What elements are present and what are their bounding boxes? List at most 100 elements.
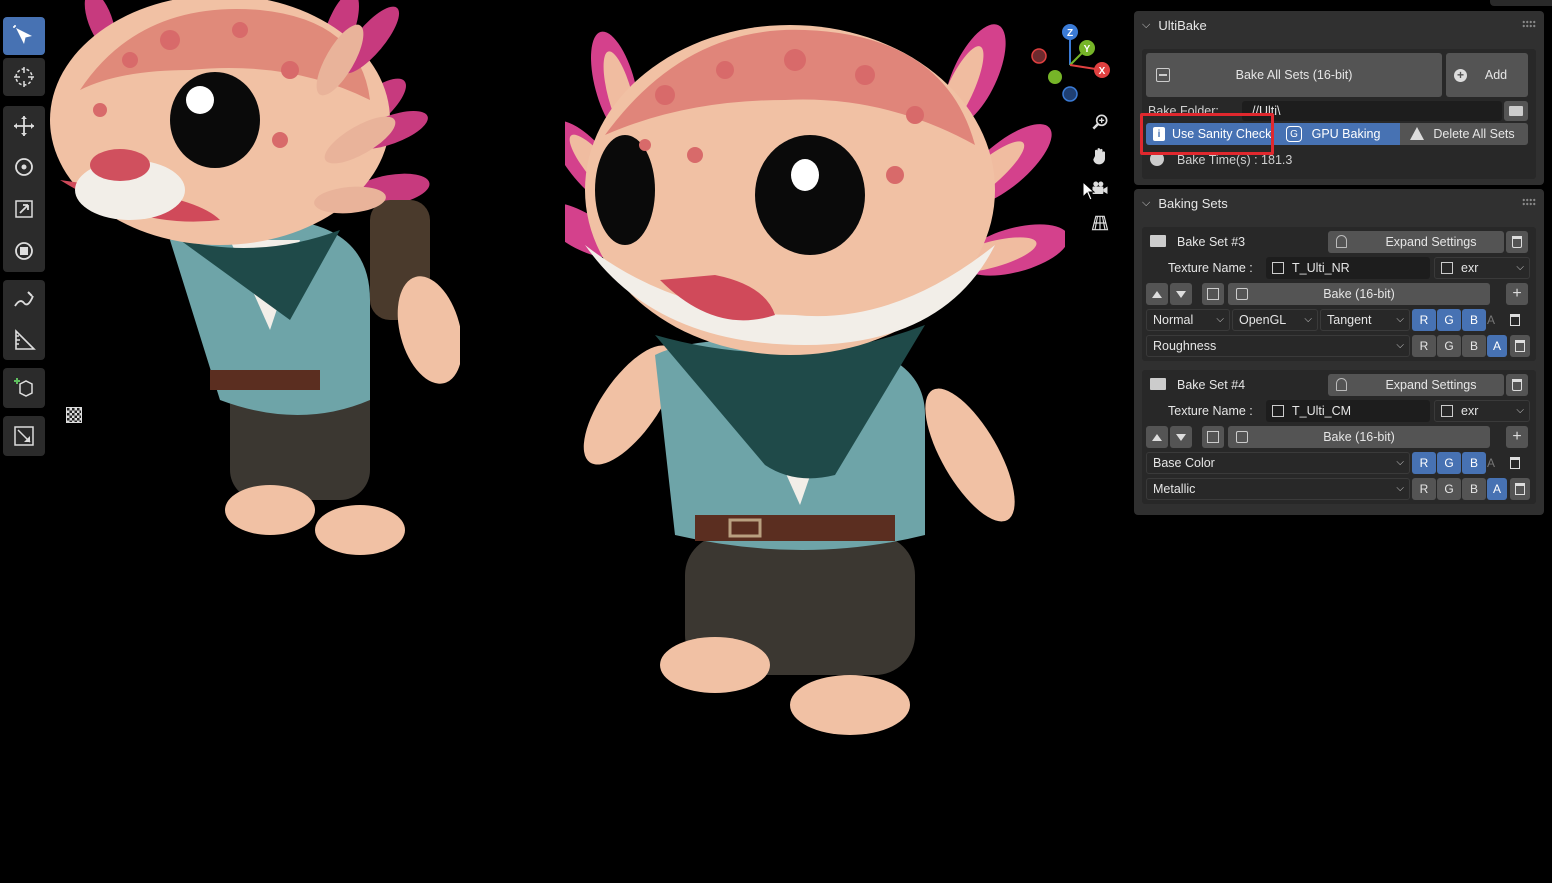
map-type-dropdown[interactable]: Roughness ⌵ xyxy=(1146,335,1410,357)
add-cube-icon xyxy=(14,378,33,397)
pan-button[interactable] xyxy=(1086,142,1114,170)
drag-grip-icon[interactable] xyxy=(1522,198,1536,206)
tool-uv[interactable] xyxy=(3,416,45,456)
delete-map-button[interactable] xyxy=(1510,335,1530,357)
add-map-button[interactable]: + xyxy=(1506,426,1528,448)
map-type-dropdown[interactable]: Normal ⌵ xyxy=(1146,309,1230,331)
arrow-down-icon xyxy=(1176,290,1186,298)
delete-all-sets-label: Delete All Sets xyxy=(1433,127,1515,141)
drag-grip-icon[interactable] xyxy=(1522,20,1536,28)
tool-rotate[interactable] xyxy=(3,146,45,188)
tool-move[interactable] xyxy=(3,106,45,146)
node-button[interactable] xyxy=(1202,283,1224,305)
normal-mode-value: Tangent xyxy=(1327,313,1372,327)
move-down-button[interactable] xyxy=(1170,283,1192,305)
expand-settings-button[interactable]: Expand Settings xyxy=(1328,374,1504,396)
trash-icon xyxy=(1512,236,1522,248)
bake-set-button[interactable]: Bake (16-bit) xyxy=(1228,283,1490,305)
gizmo-x-label: X xyxy=(1099,66,1106,77)
zoom-button[interactable] xyxy=(1086,108,1114,136)
channel-b-toggle[interactable]: B xyxy=(1462,478,1486,500)
texture-name-label: Texture Name : xyxy=(1168,404,1253,418)
expand-settings-label: Expand Settings xyxy=(1385,235,1477,249)
delete-map-button[interactable] xyxy=(1504,309,1526,331)
channel-a-toggle[interactable]: A xyxy=(1487,478,1507,500)
bake-set-label: Bake (16-bit) xyxy=(1323,287,1395,301)
map-type-dropdown[interactable]: Metallic ⌵ xyxy=(1146,478,1410,500)
normal-space-dropdown[interactable]: OpenGL ⌵ xyxy=(1232,309,1318,331)
bake-all-sets-label: Bake All Sets (16-bit) xyxy=(1235,68,1353,82)
delete-map-button[interactable] xyxy=(1504,452,1526,474)
delete-set-button[interactable] xyxy=(1506,374,1528,396)
channel-g-toggle[interactable]: G xyxy=(1437,452,1461,474)
image-icon xyxy=(1272,405,1284,417)
ghost-icon xyxy=(1336,378,1347,391)
navigation-gizmo[interactable]: Z Y X xyxy=(1025,20,1115,110)
tool-cursor[interactable] xyxy=(3,58,45,96)
arrow-up-icon xyxy=(1152,433,1162,441)
tool-measure[interactable] xyxy=(3,320,45,360)
delete-set-button[interactable] xyxy=(1506,231,1528,253)
3d-viewport[interactable]: Z Y X xyxy=(0,0,1130,883)
channel-a-toggle[interactable]: A xyxy=(1482,309,1500,331)
gpu-baking-toggle[interactable]: G GPU Baking xyxy=(1278,123,1400,145)
channel-r-toggle[interactable]: R xyxy=(1412,478,1436,500)
bake-set-button[interactable]: Bake (16-bit) xyxy=(1228,426,1490,448)
ultibake-panel-header[interactable]: ⌵ UltiBake xyxy=(1134,11,1544,39)
chevron-down-icon: ⌵ xyxy=(1304,314,1312,325)
grid-perspective-icon xyxy=(1091,215,1109,231)
warning-icon xyxy=(1410,127,1424,140)
image-icon xyxy=(1272,262,1284,274)
baking-sets-title: Baking Sets xyxy=(1158,195,1228,211)
node-button[interactable] xyxy=(1202,426,1224,448)
add-set-label: Add xyxy=(1484,68,1508,82)
chevron-down-icon: ⌵ xyxy=(1516,405,1524,416)
channel-r-toggle[interactable]: R xyxy=(1412,309,1436,331)
arrow-up-icon xyxy=(1152,290,1162,298)
image-icon xyxy=(1441,405,1453,417)
map-type-value: Base Color xyxy=(1153,456,1215,470)
normal-mode-dropdown[interactable]: Tangent ⌵ xyxy=(1320,309,1410,331)
bake-folder-input[interactable]: //Ulti\ xyxy=(1242,101,1502,121)
channel-g-toggle[interactable]: G xyxy=(1437,335,1461,357)
move-down-button[interactable] xyxy=(1170,426,1192,448)
delete-map-button[interactable] xyxy=(1510,478,1530,500)
tool-add-cube[interactable] xyxy=(3,368,45,408)
format-dropdown[interactable]: exr ⌵ xyxy=(1434,400,1530,422)
chevron-down-icon: ⌵ xyxy=(1142,196,1151,209)
plus-circle-icon: + xyxy=(1454,69,1467,82)
channel-b-toggle[interactable]: B xyxy=(1462,335,1486,357)
map-type-dropdown[interactable]: Base Color ⌵ xyxy=(1146,452,1410,474)
move-up-button[interactable] xyxy=(1146,283,1168,305)
perspective-toggle-button[interactable] xyxy=(1086,209,1114,237)
folder-icon xyxy=(1509,106,1523,116)
texture-name-input[interactable]: T_Ulti_NR xyxy=(1266,257,1430,279)
tool-select-box[interactable] xyxy=(3,17,45,55)
channel-g-toggle[interactable]: G xyxy=(1437,309,1461,331)
chevron-down-icon: ⌵ xyxy=(1396,483,1404,494)
expand-settings-button[interactable]: Expand Settings xyxy=(1328,231,1504,253)
tool-scale[interactable] xyxy=(3,188,45,230)
baking-sets-panel-header[interactable]: ⌵ Baking Sets xyxy=(1134,189,1544,217)
bake-set-card: Bake Set #3 Expand Settings Texture Name… xyxy=(1142,227,1536,361)
bake-time-text: Bake Time(s) : 181.3 xyxy=(1177,153,1293,167)
bake-set-name: Bake Set #4 xyxy=(1177,378,1246,392)
map-type-value: Roughness xyxy=(1153,339,1217,353)
texture-name-input[interactable]: T_Ulti_CM xyxy=(1266,400,1430,422)
tool-annotate[interactable] xyxy=(3,280,45,320)
tool-transform[interactable] xyxy=(3,230,45,272)
format-dropdown[interactable]: exr ⌵ xyxy=(1434,257,1530,279)
channel-a-toggle[interactable]: A xyxy=(1482,452,1500,474)
delete-all-sets-button[interactable]: Delete All Sets xyxy=(1400,123,1528,145)
folder-browse-button[interactable] xyxy=(1504,101,1528,121)
channel-a-toggle[interactable]: A xyxy=(1487,335,1507,357)
add-set-button[interactable]: + Add xyxy=(1446,53,1528,97)
bake-all-sets-button[interactable]: Bake All Sets (16-bit) xyxy=(1146,53,1442,97)
channel-g-toggle[interactable]: G xyxy=(1437,478,1461,500)
move-up-button[interactable] xyxy=(1146,426,1168,448)
channel-r-toggle[interactable]: R xyxy=(1412,335,1436,357)
checker-icon[interactable] xyxy=(66,407,82,423)
add-map-button[interactable]: + xyxy=(1506,283,1528,305)
channel-r-toggle[interactable]: R xyxy=(1412,452,1436,474)
normal-space-value: OpenGL xyxy=(1239,313,1287,327)
